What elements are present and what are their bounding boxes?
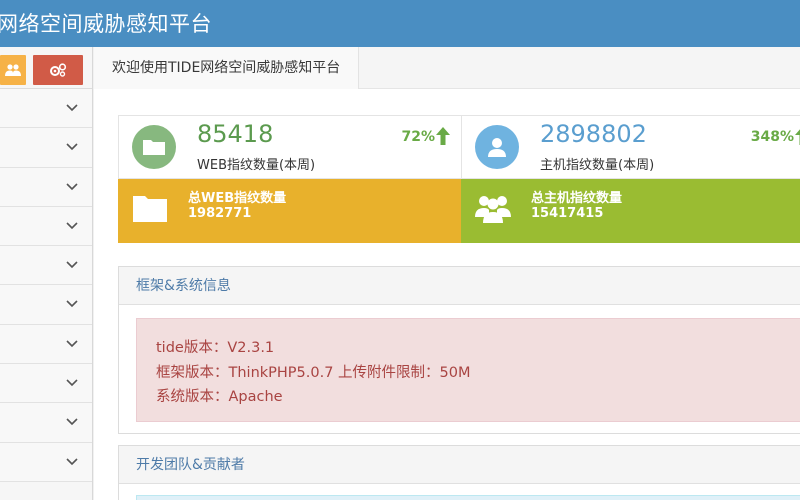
framework-version-line: 框架版本：ThinkPHP5.0.7 上传附件限制：50M	[156, 364, 471, 381]
web-weekly-label: WEB指纹数量(本周)	[197, 158, 316, 173]
sidebar-item[interactable]	[0, 167, 92, 207]
sidebar-item[interactable]	[0, 128, 92, 168]
sidebar-menu	[0, 89, 92, 482]
host-total-title: 总主机指纹数量	[531, 191, 623, 206]
system-version-line: 系统版本：Apache	[156, 389, 283, 405]
cogs-icon	[50, 63, 67, 77]
team-info-body	[136, 495, 800, 500]
chevron-down-icon	[66, 261, 78, 269]
folder-icon	[133, 196, 167, 222]
sidebar-item[interactable]	[0, 403, 92, 443]
arrow-up-icon	[436, 127, 450, 145]
chevron-down-icon	[66, 143, 78, 151]
team-panel: 开发团队&贡献者	[118, 445, 800, 500]
sidebar-item[interactable]	[0, 324, 92, 365]
shortcut-users-button[interactable]	[0, 55, 26, 85]
sidebar-item[interactable]	[0, 364, 92, 404]
system-info-alert: tide版本：V2.3.1 框架版本：ThinkPHP5.0.7 上传附件限制：…	[136, 318, 800, 422]
chevron-down-icon	[66, 104, 78, 112]
sidebar	[0, 47, 93, 500]
folder-icon	[132, 125, 176, 169]
chevron-down-icon	[66, 418, 78, 426]
stats-overview: 85418 WEB指纹数量(本周) 72% 2898802 主机指纹数量(本周)…	[118, 115, 800, 243]
host-weekly-stat: 2898802 主机指纹数量(本周) 348%	[461, 115, 800, 179]
sidebar-item[interactable]	[0, 442, 92, 482]
chevron-down-icon	[66, 222, 78, 230]
host-weekly-label: 主机指纹数量(本周)	[540, 158, 655, 173]
web-total-value: 1982771	[188, 206, 252, 221]
chevron-down-icon	[66, 340, 78, 347]
web-total-title: 总WEB指纹数量	[188, 191, 287, 206]
app-title[interactable]: 网络空间威胁感知平台	[0, 8, 212, 38]
team-title[interactable]: 开发团队&贡献者	[119, 446, 800, 484]
sidebar-item[interactable]	[0, 246, 92, 286]
shortcut-settings-button[interactable]	[33, 55, 83, 85]
host-weekly-percent: 348%	[750, 129, 794, 145]
users-icon	[475, 196, 511, 223]
user-icon	[475, 125, 519, 169]
web-weekly-stat: 85418 WEB指纹数量(本周) 72%	[118, 115, 462, 179]
main-content: 85418 WEB指纹数量(本周) 72% 2898802 主机指纹数量(本周)…	[94, 89, 800, 500]
top-navbar: 网络空间威胁感知平台	[0, 0, 800, 47]
sidebar-item[interactable]	[0, 285, 92, 325]
host-total-stat: 总主机指纹数量 15417415	[461, 179, 800, 243]
web-total-stat: 总WEB指纹数量 1982771	[118, 179, 462, 243]
sidebar-item[interactable]	[0, 206, 92, 247]
host-total-value: 15417415	[531, 206, 604, 221]
system-info-title[interactable]: 框架&系统信息	[119, 267, 800, 305]
chevron-down-icon	[66, 458, 78, 465]
arrow-up-icon	[795, 129, 800, 145]
breadcrumb-current[interactable]: 欢迎使用TIDE网络空间威胁感知平台	[94, 47, 360, 89]
chevron-down-icon	[66, 379, 78, 387]
sidebar-shortcuts	[0, 47, 92, 89]
breadcrumb: 欢迎使用TIDE网络空间威胁感知平台	[94, 47, 800, 89]
tide-version-line: tide版本：V2.3.1	[156, 340, 275, 356]
host-weekly-count: 2898802	[540, 120, 647, 148]
web-weekly-percent: 72%	[401, 129, 435, 145]
chevron-down-icon	[66, 183, 78, 190]
web-weekly-count: 85418	[197, 120, 274, 148]
system-info-panel: 框架&系统信息 tide版本：V2.3.1 框架版本：ThinkPHP5.0.7…	[118, 266, 800, 434]
sidebar-item[interactable]	[0, 89, 92, 129]
chevron-down-icon	[66, 300, 78, 308]
users-icon	[5, 64, 21, 76]
